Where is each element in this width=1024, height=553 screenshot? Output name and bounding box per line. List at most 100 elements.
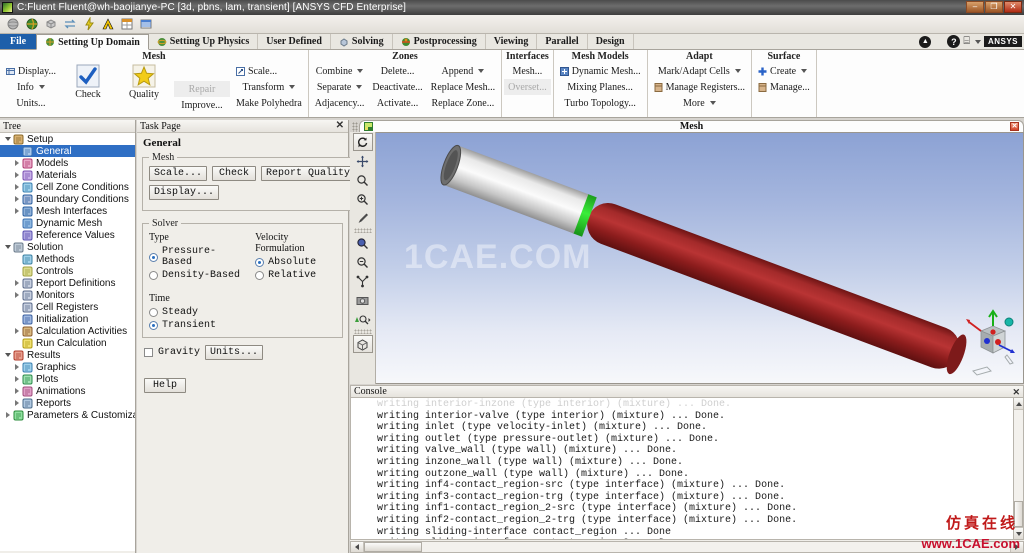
minimize-button[interactable]: – <box>966 1 984 13</box>
solver-type-option-pressure-based[interactable]: Pressure-Based <box>149 246 241 268</box>
tree-expander[interactable] <box>12 184 22 190</box>
hscroll-track[interactable] <box>364 542 1010 552</box>
spreadsheet-icon[interactable] <box>139 17 153 31</box>
units-button[interactable]: Units... <box>205 345 264 360</box>
zoom-in-icon[interactable] <box>353 190 373 208</box>
chevron-down-icon[interactable] <box>356 85 363 89</box>
zoom-fit-icon[interactable] <box>353 171 373 189</box>
ribbon-tab-user-defined[interactable]: User Defined <box>258 34 331 49</box>
tree-expander[interactable] <box>12 400 22 406</box>
help-icon[interactable]: ? <box>947 35 961 48</box>
tree-item-methods[interactable]: Methods <box>0 253 135 265</box>
tree-expander[interactable] <box>12 208 22 214</box>
camera-icon[interactable] <box>353 291 373 309</box>
node-select-icon[interactable] <box>353 272 373 290</box>
tree-expander[interactable] <box>12 364 22 370</box>
tree-item-reference-values[interactable]: Reference Values <box>0 229 135 241</box>
ribbon-button-append[interactable]: Append <box>427 63 499 79</box>
graphics-tab-mesh[interactable]: Mesh ✕ <box>359 120 1024 132</box>
graphics-tab-close-icon[interactable]: ✕ <box>1010 122 1019 131</box>
solver-type-option-density-based[interactable]: Density-Based <box>149 270 241 281</box>
run-lightning-icon[interactable] <box>82 16 96 31</box>
ribbon-button-dynamic-mesh[interactable]: Dynamic Mesh... <box>556 63 645 79</box>
ribbon-button-deactivate[interactable]: Deactivate... <box>368 79 426 95</box>
tree-expander[interactable] <box>12 196 22 202</box>
tree-expander[interactable] <box>12 376 22 382</box>
hscroll-thumb[interactable] <box>364 542 422 552</box>
collapse-ribbon-icon[interactable]: ▲ <box>919 35 932 48</box>
help-button[interactable]: Help <box>144 378 187 393</box>
scroll-left-button[interactable] <box>351 542 364 552</box>
ribbon-tab-viewing[interactable]: Viewing <box>486 34 538 49</box>
chevron-down-icon[interactable] <box>709 101 716 105</box>
close-button[interactable]: ✕ <box>1004 1 1022 13</box>
ribbon-button-info[interactable]: Info <box>2 79 60 95</box>
ribbon-button-replace-zone[interactable]: Replace Zone... <box>427 95 499 111</box>
tree-expander[interactable] <box>12 160 22 166</box>
ribbon-button-make-polyhedra[interactable]: Make Polyhedra <box>232 95 306 111</box>
ribbon-button-scale[interactable]: Scale... <box>232 63 306 79</box>
tree-item-controls[interactable]: Controls <box>0 265 135 277</box>
layout-icon[interactable]: ⌸ <box>963 35 970 48</box>
tree-item-parameters-customizat[interactable]: Parameters & Customizat⋯ <box>0 409 135 421</box>
zoom-out-icon[interactable] <box>353 253 373 271</box>
ribbon-tab-solving[interactable]: Solving <box>331 34 393 49</box>
ribbon-button-manage-registers[interactable]: Manage Registers... <box>650 79 749 95</box>
tree-expander[interactable] <box>12 388 22 394</box>
check-button[interactable]: Check <box>212 166 257 181</box>
swap-arrows-icon[interactable] <box>63 17 77 31</box>
velocity-option-absolute[interactable]: Absolute <box>255 257 336 268</box>
ribbon-tab-postprocessing[interactable]: Postprocessing <box>393 34 486 49</box>
refresh-icon[interactable] <box>352 133 373 151</box>
scroll-up-button[interactable] <box>1014 398 1023 410</box>
ribbon-button-create[interactable]: Create <box>754 63 814 79</box>
tree-item-calculation-activities[interactable]: Calculation Activities <box>0 325 135 337</box>
probe-pick-icon[interactable] <box>353 209 373 227</box>
maximize-button[interactable]: ❐ <box>985 1 1003 13</box>
ribbon-button-check[interactable]: Check <box>60 63 116 100</box>
task-page-close-icon[interactable]: ✕ <box>336 121 344 131</box>
ansys-logo-icon[interactable] <box>101 17 115 31</box>
box-view-icon[interactable] <box>352 335 373 353</box>
display-globe-icon[interactable] <box>25 17 39 31</box>
tree-item-solution[interactable]: Solution <box>0 241 135 253</box>
tree-item-report-definitions[interactable]: Report Definitions <box>0 277 135 289</box>
tree-item-models[interactable]: Models <box>0 157 135 169</box>
tree-item-run-calculation[interactable]: Run Calculation <box>0 337 135 349</box>
tree-expander[interactable] <box>3 412 13 418</box>
tree-item-dynamic-mesh[interactable]: Dynamic Mesh <box>0 217 135 229</box>
display-button[interactable]: Display... <box>149 185 220 200</box>
tree-item-results[interactable]: Results <box>0 349 135 361</box>
chevron-down-icon[interactable] <box>478 69 485 73</box>
ribbon-tab-parallel[interactable]: Parallel <box>537 34 588 49</box>
tree-expander[interactable] <box>3 137 13 141</box>
chevron-down-icon[interactable] <box>734 69 741 73</box>
chevron-down-icon[interactable] <box>357 69 364 73</box>
console-close-icon[interactable]: ✕ <box>1012 386 1020 398</box>
tree-item-cell-zone-conditions[interactable]: Cell Zone Conditions <box>0 181 135 193</box>
tree-item-animations[interactable]: Animations <box>0 385 135 397</box>
tree-item-setup[interactable]: Setup <box>0 133 135 145</box>
ribbon-button-mesh[interactable]: Mesh... <box>504 63 551 79</box>
ribbon-button-turbo-topology[interactable]: Turbo Topology... <box>556 95 645 111</box>
ribbon-button-separate[interactable]: Separate <box>311 79 369 95</box>
ribbon-button-combine[interactable]: Combine <box>311 63 369 79</box>
ribbon-button-transform[interactable]: Transform <box>232 79 306 95</box>
tree-item-reports[interactable]: Reports <box>0 397 135 409</box>
scale-button[interactable]: Scale... <box>149 166 208 181</box>
ribbon-button-quality[interactable]: Quality <box>116 63 172 100</box>
ribbon-button-manage[interactable]: Manage... <box>754 79 814 95</box>
time-option-transient[interactable]: Transient <box>149 320 336 331</box>
chevron-down-icon[interactable] <box>801 69 808 73</box>
ribbon-tab-file[interactable]: File <box>0 34 37 49</box>
panel-drag-handle[interactable] <box>352 122 358 132</box>
ribbon-tab-setting-up-physics[interactable]: Setting Up Physics <box>149 34 259 49</box>
geometry-cube-icon[interactable] <box>44 17 58 31</box>
zoom-area-icon[interactable] <box>353 234 373 252</box>
console-output[interactable]: writing interior-inzone (type interior) … <box>350 397 1024 540</box>
tree-expander[interactable] <box>12 328 22 334</box>
ribbon-button-activate[interactable]: Activate... <box>368 95 426 111</box>
tree-item-mesh-interfaces[interactable]: Mesh Interfaces <box>0 205 135 217</box>
tree-expander[interactable] <box>12 292 22 298</box>
ribbon-button-improve[interactable]: Improve... <box>173 97 231 113</box>
